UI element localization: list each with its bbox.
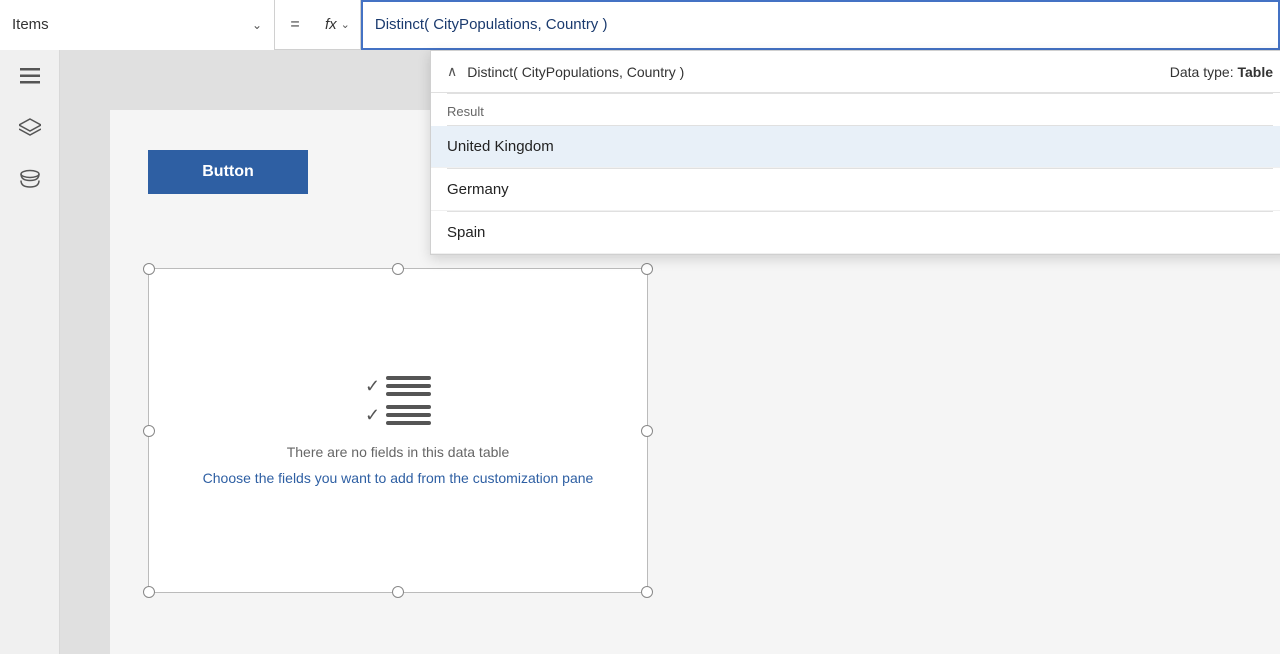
handle-bc[interactable] — [392, 586, 404, 598]
line-bar — [386, 405, 431, 409]
items-label: Items — [12, 16, 49, 33]
line-bar — [386, 421, 431, 425]
sidebar-item-hamburger[interactable] — [14, 60, 46, 92]
fx-label: fx — [325, 16, 337, 33]
handle-tl[interactable] — [143, 263, 155, 275]
top-bar: Items ⌄ = fx ⌄ ∧ Distinct( CityPopulatio… — [0, 0, 1280, 50]
left-sidebar — [0, 50, 60, 654]
handle-mr[interactable] — [641, 425, 653, 437]
dropdown-header: ∧ Distinct( CityPopulations, Country ) D… — [431, 51, 1280, 93]
handle-tr[interactable] — [641, 263, 653, 275]
sidebar-item-database[interactable] — [14, 164, 46, 196]
gallery-link-text[interactable]: Choose the fields you want to add from t… — [203, 470, 594, 486]
dropdown-datatype: Data type: Table — [1170, 64, 1273, 80]
line-bars-1 — [386, 376, 431, 396]
dropdown-section-header: Result — [431, 94, 1280, 125]
equals-sign: = — [275, 16, 315, 34]
dropdown-item-germany[interactable]: Germany — [431, 169, 1280, 211]
items-dropdown[interactable]: Items ⌄ — [0, 0, 275, 50]
formula-dropdown: ∧ Distinct( CityPopulations, Country ) D… — [430, 50, 1280, 255]
check-mark-2: ✓ — [365, 405, 380, 426]
checklist-icon: ✓ ✓ — [365, 376, 431, 426]
handle-tc[interactable] — [392, 263, 404, 275]
collapse-icon[interactable]: ∧ — [447, 63, 457, 80]
fx-chevron-icon: ⌄ — [341, 18, 350, 31]
handle-bl[interactable] — [143, 586, 155, 598]
check-line-2: ✓ — [365, 405, 431, 426]
check-mark-1: ✓ — [365, 376, 380, 397]
dropdown-item-spain[interactable]: Spain — [431, 212, 1280, 254]
check-line-1: ✓ — [365, 376, 431, 397]
hamburger-menu-icon — [20, 68, 40, 84]
dropdown-formula-title: Distinct( CityPopulations, Country ) — [467, 64, 1170, 80]
gallery-content: ✓ ✓ — [149, 269, 647, 592]
handle-ml[interactable] — [143, 425, 155, 437]
gallery-icon-area: ✓ ✓ — [365, 376, 431, 426]
layers-icon — [19, 118, 41, 138]
line-bar — [386, 392, 431, 396]
formula-input[interactable] — [361, 0, 1280, 50]
dropdown-item-uk[interactable]: United Kingdom — [431, 126, 1280, 168]
line-bar — [386, 384, 431, 388]
gallery-empty-text: There are no fields in this data table — [287, 444, 510, 460]
fx-button[interactable]: fx ⌄ — [315, 0, 361, 50]
canvas-button-element[interactable]: Button — [148, 150, 308, 194]
handle-br[interactable] — [641, 586, 653, 598]
chevron-down-icon: ⌄ — [252, 18, 262, 32]
line-bar — [386, 413, 431, 417]
line-bar — [386, 376, 431, 380]
canvas-gallery-element[interactable]: ✓ ✓ — [148, 268, 648, 593]
database-icon — [20, 169, 40, 191]
sidebar-item-layers[interactable] — [14, 112, 46, 144]
line-bars-2 — [386, 405, 431, 425]
